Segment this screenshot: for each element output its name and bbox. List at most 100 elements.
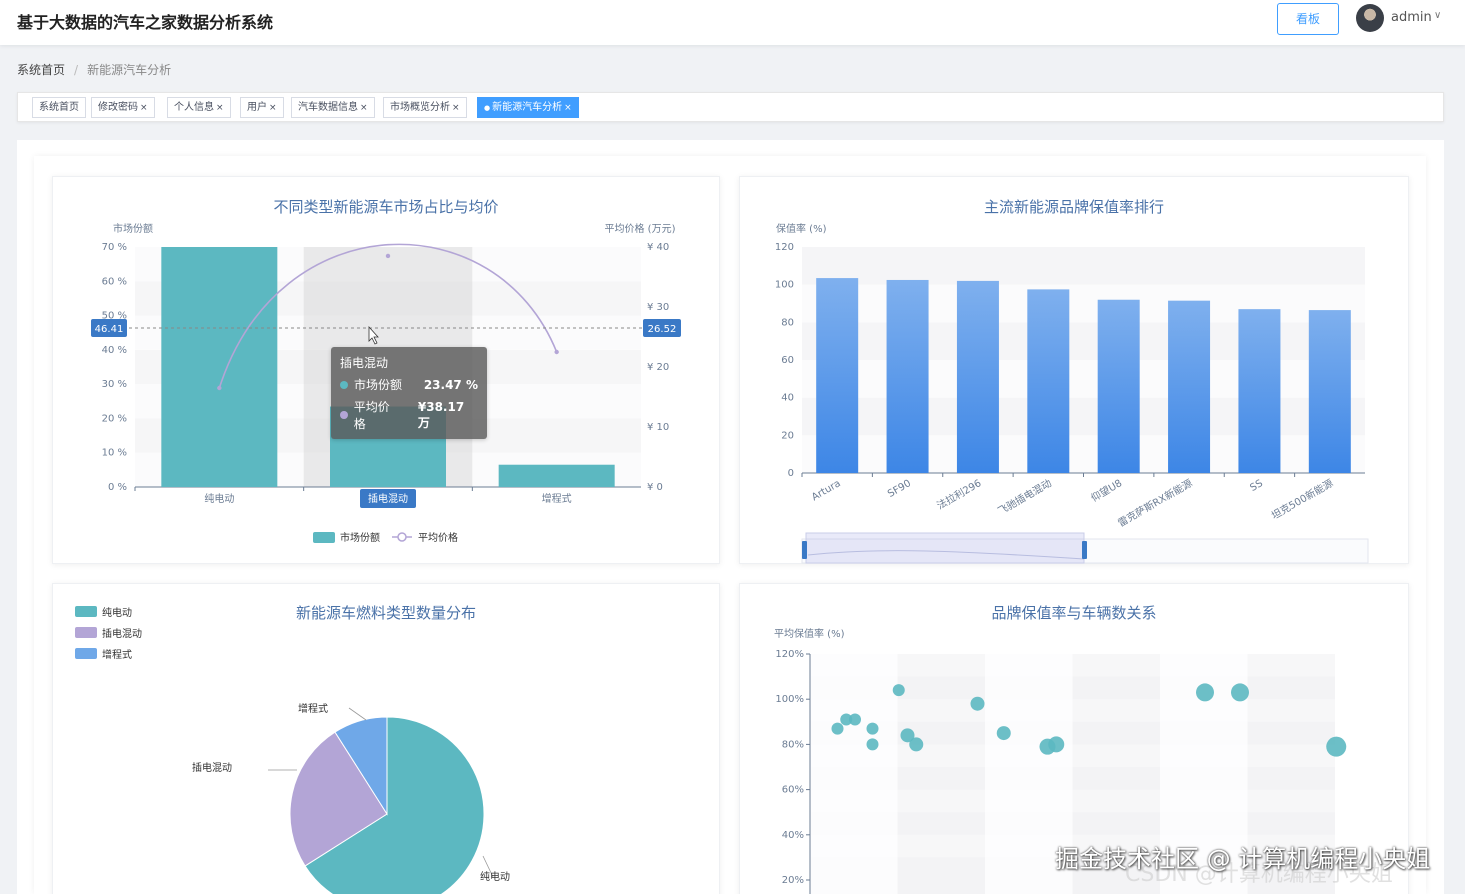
close-icon[interactable]: ×	[360, 103, 368, 113]
crosshair-label-right: 26.52	[648, 324, 677, 335]
y-tick-left: 60 %	[102, 276, 127, 287]
y-tick-right: ¥ 0	[647, 482, 663, 493]
bar-retention	[1027, 289, 1070, 473]
board-button[interactable]: 看板	[1277, 3, 1339, 35]
watermark: 掘金技术社区 @ 计算机编程小央姐	[1055, 845, 1431, 873]
tab-4[interactable]: 汽车数据信息 ×	[291, 97, 375, 118]
grid-stripe	[802, 397, 1365, 436]
datazoom-handle-right	[1082, 541, 1087, 559]
bar-retention	[1168, 300, 1211, 473]
tooltip-name: 平均价格	[353, 400, 390, 431]
tab-label: 用户	[247, 102, 267, 113]
y-tick: 20	[781, 430, 794, 441]
price-point	[554, 349, 559, 355]
breadcrumb-current: 新能源汽车分析	[87, 63, 172, 77]
close-icon[interactable]: ×	[140, 103, 148, 113]
fuel-type-pie-chart[interactable]: 纯电动插电混动增程式	[53, 584, 721, 894]
datazoom-handle-left	[802, 541, 807, 559]
grid-stripe	[802, 360, 1365, 398]
y-tick-right: ¥ 40	[647, 242, 669, 253]
grid-stripe	[802, 247, 1365, 285]
tooltip-value: ¥38.17 万	[417, 399, 465, 430]
legend-marker-price	[397, 532, 407, 542]
grid-stripe	[802, 284, 1365, 323]
user-avatar[interactable]	[1356, 4, 1384, 32]
scatter-point	[970, 696, 985, 711]
scatter-point	[1326, 736, 1347, 757]
grid-stripe	[810, 699, 1335, 722]
close-icon[interactable]: ×	[564, 103, 572, 113]
price-point	[217, 385, 222, 391]
y-tick-right: ¥ 10	[647, 422, 669, 433]
legend-label: 插电混动	[102, 629, 142, 640]
pie-label: 插电混动	[192, 761, 232, 774]
pie-leader-line	[348, 707, 367, 721]
tab-1[interactable]: 修改密码 ×	[91, 97, 155, 118]
scatter-point	[892, 684, 905, 697]
tab-label: 市场概览分析	[390, 102, 450, 113]
y-tick-label: 80%	[782, 739, 804, 750]
y-axis-label-left: 市场份额	[113, 222, 153, 235]
username[interactable]: admin	[1391, 10, 1432, 25]
y-axis-label: 保值率 (%)	[776, 222, 827, 235]
y-tick: 120	[775, 242, 794, 253]
tab-label: 新能源汽车分析	[492, 102, 563, 113]
y-tick: 80	[781, 317, 794, 328]
y-tick-left: 70 %	[102, 242, 127, 253]
x-tick-label: 仰望U8	[1089, 476, 1125, 504]
retention-card: 主流新能源品牌保值率排行 保值率 (%) 0 20 40 60 80 100 120 Artur…	[739, 176, 1409, 564]
legend-swatch	[75, 627, 97, 638]
x-tick-label: 飞驰插电混动	[995, 476, 1053, 517]
y-tick-label: 120%	[775, 649, 804, 660]
x-tick-label: Artura	[810, 478, 843, 503]
tooltip-dot	[340, 411, 348, 419]
price-point	[385, 253, 391, 259]
tooltip-value: 23.47 %	[423, 377, 478, 392]
y-axis-label: 平均保值率 (%)	[774, 627, 845, 640]
grid-stripe	[802, 435, 1365, 473]
retention-chart[interactable]: 保值率 (%) 0 20 40 60 80 100 120 Artura SF90 法拉利296 飞驰…	[740, 177, 1410, 565]
legend-label: 纯电动	[102, 608, 132, 619]
scatter-point	[1048, 736, 1065, 753]
scatter-point	[866, 738, 879, 751]
app-title: 基于大数据的汽车之家数据分析系统	[17, 13, 274, 32]
scatter-point	[831, 722, 844, 735]
tab-6[interactable]: ● 新能源汽车分析 ×	[477, 97, 579, 118]
tab-0[interactable]: 系统首页	[32, 97, 86, 118]
close-icon[interactable]: ×	[216, 103, 224, 113]
tab-3[interactable]: 用户 ×	[240, 97, 284, 118]
fuel-type-card: 新能源车燃料类型数量分布 纯电动 插电混动 增程式 纯电动 插电混动 增程式	[52, 583, 720, 894]
chevron-down-icon[interactable]: ∨	[1434, 10, 1441, 21]
tooltip-row: 市场份额 23.47 %	[340, 376, 478, 393]
dashboard-panel: 不同类型新能源车市场占比与均价 市场份额 平均价格 (万元) 0 % 10 % 20 %…	[34, 156, 1426, 894]
y-tick-label: 20%	[782, 875, 804, 886]
legend-label: 增程式	[102, 650, 132, 661]
tab-label: 系统首页	[39, 102, 79, 113]
grid-stripe	[810, 789, 1335, 813]
close-icon[interactable]: ×	[452, 103, 460, 113]
y-tick-left: 40 %	[102, 345, 127, 356]
legend-item[interactable]: 增程式	[75, 646, 132, 661]
y-tick-label: 100%	[775, 694, 804, 705]
y-tick-left: 10 %	[102, 448, 127, 459]
breadcrumb-separator: /	[74, 63, 79, 77]
tab-5[interactable]: 市场概览分析 ×	[383, 97, 467, 118]
breadcrumb: 系统首页 / 新能源汽车分析	[17, 61, 171, 78]
tab-2[interactable]: 个人信息 ×	[167, 97, 231, 118]
scatter-point	[909, 737, 924, 752]
top-header: 基于大数据的汽车之家数据分析系统 看板 admin ∨	[0, 0, 1465, 45]
breadcrumb-home[interactable]: 系统首页	[17, 63, 65, 77]
legend-item[interactable]: 纯电动	[75, 604, 132, 619]
scatter-point	[866, 722, 879, 735]
bar-retention	[1097, 299, 1140, 473]
close-icon[interactable]: ×	[269, 103, 277, 113]
tooltip-name: 市场份额	[354, 378, 403, 392]
y-tick-left: 30 %	[102, 379, 127, 390]
x-tick-label: SS	[1248, 478, 1265, 494]
y-tick-left: 20 %	[102, 413, 127, 424]
x-tick-label: 纯电动	[204, 492, 234, 505]
x-tick-label: SF90	[886, 478, 913, 500]
y-tick: 100	[775, 280, 794, 291]
legend-item[interactable]: 插电混动	[75, 625, 142, 640]
y-tick: 40	[781, 393, 794, 404]
